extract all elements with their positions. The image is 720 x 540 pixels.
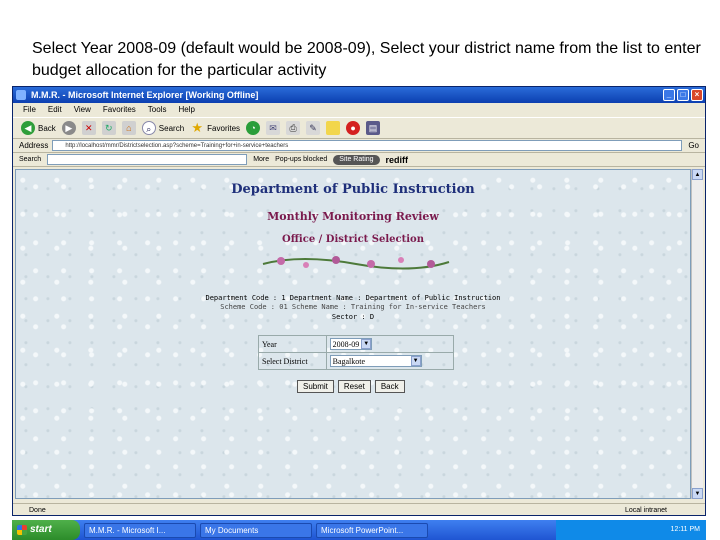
forward-arrow-icon[interactable]: ▶: [61, 121, 76, 135]
menu-help[interactable]: Help: [178, 103, 194, 116]
menu-file[interactable]: File: [23, 103, 36, 116]
clock: 12:11 PM: [670, 526, 700, 533]
search-toolbar-label: Search: [19, 155, 42, 163]
department-info: Department Code : 1 Department Name : De…: [205, 294, 501, 302]
scroll-up-icon[interactable]: ▲: [692, 169, 703, 180]
district-row: Select District Bagalkote ▼: [258, 352, 455, 370]
search-icon: ⌕: [141, 121, 156, 135]
rediff-logo[interactable]: rediff: [386, 153, 409, 167]
submit-button[interactable]: Submit: [297, 380, 334, 393]
chevron-down-icon: ▼: [361, 339, 372, 349]
page-content: Department of Public Instruction Monthly…: [15, 169, 691, 499]
menu-edit[interactable]: Edit: [48, 103, 62, 116]
taskbar-item-documents[interactable]: My Documents: [200, 522, 312, 538]
edit-icon[interactable]: ✎: [306, 121, 321, 135]
status-bar: Done Local intranet: [13, 503, 705, 515]
taskbar-item-powerpoint[interactable]: Microsoft PowerPoint...: [316, 522, 428, 538]
history-icon[interactable]: ◔: [246, 121, 261, 135]
form-buttons: Submit Reset Back: [297, 380, 405, 393]
floral-divider-icon: [262, 256, 450, 270]
messenger-icon[interactable]: ●: [346, 121, 361, 135]
scroll-down-icon[interactable]: ▼: [692, 488, 703, 499]
district-select[interactable]: Bagalkote ▼: [329, 355, 422, 367]
scheme-info: Scheme Code : 01 Scheme Name : Training …: [220, 303, 486, 311]
page-subheading: Monthly Monitoring Review: [267, 210, 439, 223]
selection-form: Year 2008-09 ▼ Select District Bagalkote…: [258, 335, 455, 370]
taskbar-item-ie[interactable]: M.M.R. - Microsoft I...: [84, 522, 196, 538]
menu-view[interactable]: View: [74, 103, 91, 116]
windows-logo-icon: [17, 525, 27, 535]
search-input[interactable]: [47, 154, 248, 165]
address-label: Address: [19, 140, 49, 150]
search-toolbar: Search More Pop-ups blocked Site Rating …: [13, 153, 705, 167]
menu-tools[interactable]: Tools: [148, 103, 167, 116]
popups-blocked-button[interactable]: Pop-ups blocked: [275, 153, 327, 167]
mail-icon[interactable]: ✉: [266, 121, 281, 135]
status-text: Done: [29, 507, 46, 514]
back-form-button[interactable]: Back: [374, 380, 405, 393]
media-icon[interactable]: ▤: [366, 121, 381, 135]
chevron-down-icon: ▼: [410, 356, 421, 366]
stop-icon[interactable]: ✕: [81, 121, 96, 135]
address-input[interactable]: http://localhost/mmr/Districtselection.a…: [52, 140, 683, 151]
folder-icon[interactable]: [326, 121, 341, 135]
favorites-button[interactable]: ★ Favorites: [190, 121, 240, 135]
section-title: Office / District Selection: [282, 234, 424, 245]
close-button[interactable]: ×: [691, 89, 703, 101]
search-button[interactable]: ⌕ Search: [141, 121, 184, 135]
toolbar: ◀ Back ▶ ✕ ↻ ⌂ ⌕ Search ★ Favorites ◔ ✉ …: [13, 117, 705, 139]
vertical-scrollbar[interactable]: ▲ ▼: [691, 169, 703, 499]
window-controls: _ □ ×: [663, 89, 703, 101]
back-arrow-icon: ◀: [21, 121, 35, 135]
window-title: M.M.R. - Microsoft Internet Explorer [Wo…: [31, 90, 259, 100]
print-icon[interactable]: ⎙: [286, 121, 301, 135]
ie-icon: [16, 90, 26, 100]
maximize-button[interactable]: □: [677, 89, 689, 101]
page-heading: Department of Public Instruction: [231, 182, 475, 197]
star-icon: ★: [191, 120, 203, 135]
browser-window: M.M.R. - Microsoft Internet Explorer [Wo…: [12, 86, 706, 516]
title-bar[interactable]: M.M.R. - Microsoft Internet Explorer [Wo…: [13, 87, 705, 103]
zone-indicator: Local intranet: [624, 507, 667, 514]
taskbar: start M.M.R. - Microsoft I... My Documen…: [12, 520, 706, 540]
back-button[interactable]: ◀ Back: [21, 121, 56, 135]
start-button[interactable]: start: [12, 520, 80, 540]
year-label: Year: [258, 335, 327, 353]
district-label: Select District: [258, 352, 327, 370]
reset-button[interactable]: Reset: [337, 380, 371, 393]
address-bar: Address http://localhost/mmr/Districtsel…: [13, 139, 705, 153]
go-button[interactable]: Go: [688, 139, 699, 153]
refresh-icon[interactable]: ↻: [101, 121, 116, 135]
year-row: Year 2008-09 ▼: [258, 335, 455, 353]
slide-caption: Select Year 2008-09 (default would be 20…: [32, 40, 701, 79]
home-icon[interactable]: ⌂: [121, 121, 136, 135]
more-button[interactable]: More: [253, 153, 269, 167]
menu-favorites[interactable]: Favorites: [103, 103, 136, 116]
system-tray: 12:11 PM: [556, 520, 706, 540]
year-select[interactable]: 2008-09 ▼: [329, 338, 373, 350]
sector-info: Sector : D: [331, 313, 375, 321]
minimize-button[interactable]: _: [663, 89, 675, 101]
site-rating-badge[interactable]: Site Rating: [333, 154, 380, 165]
menu-bar: File Edit View Favorites Tools Help: [13, 103, 705, 116]
